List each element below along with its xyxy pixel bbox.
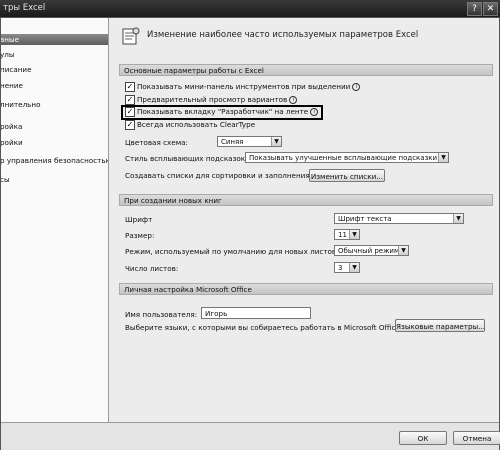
chevron-down-icon: ▼: [438, 153, 448, 162]
cleartype-label: Всегда использовать ClearType: [137, 120, 256, 129]
sidebar-item-label: нение: [1, 81, 23, 90]
cleartype-checkbox[interactable]: ✓: [125, 120, 135, 130]
default-view-value: Обычный режим: [338, 247, 400, 255]
dialog-footer: ОК Отмена: [1, 422, 500, 450]
sidebar-item-popular[interactable]: вные: [1, 34, 108, 45]
size-label: Размер:: [125, 231, 155, 240]
info-icon[interactable]: i: [289, 96, 298, 104]
language-settings-button[interactable]: Языковые параметры...: [395, 319, 485, 332]
color-scheme-select[interactable]: Синяя ▼: [217, 136, 282, 147]
edit-custom-lists-button[interactable]: Изменить списки...: [309, 169, 385, 182]
sheets-count-value: 3: [338, 264, 343, 272]
font-size-select[interactable]: 11 ▼: [334, 229, 360, 240]
live-preview-label: Предварительный просмотр вариантов: [137, 95, 288, 104]
close-icon: ✕: [486, 4, 495, 14]
mini-toolbar-checkbox[interactable]: ✓: [125, 82, 135, 92]
sidebar-item-addins[interactable]: ройки: [1, 137, 108, 148]
tooltip-style-select[interactable]: Показывать улучшенные всплывающие подска…: [245, 152, 449, 163]
sidebar-item-trust-center[interactable]: р управления безопасностью: [1, 155, 108, 166]
live-preview-checkbox[interactable]: ✓: [125, 95, 135, 105]
close-button[interactable]: ✕: [483, 2, 498, 16]
info-icon[interactable]: i: [310, 108, 319, 116]
main-panel: Изменение наиболее часто используемых па…: [111, 18, 496, 422]
tooltip-style-label: Стиль всплывающих подсказок:: [125, 154, 248, 163]
sidebar-item-proofing[interactable]: писание: [1, 64, 108, 75]
color-scheme-label: Цветовая схема:: [125, 138, 188, 147]
default-view-label: Режим, используемый по умолчанию для нов…: [125, 247, 339, 256]
live-preview-option: Предварительный просмотр вариантов i: [137, 95, 298, 104]
check-icon: ✓: [126, 120, 134, 129]
mini-toolbar-option: Показывать мини-панель инструментов при …: [137, 82, 361, 91]
color-scheme-value: Синяя: [221, 138, 244, 146]
window-title: тры Excel: [3, 3, 46, 13]
username-field[interactable]: Игорь: [201, 307, 311, 319]
section-header-personalize: Личная настройка Microsoft Office: [119, 283, 493, 295]
default-view-select[interactable]: Обычный режим ▼: [334, 245, 409, 256]
excel-options-dialog: вные улы писание нение лнительно ройка р…: [0, 17, 500, 450]
page-title: Изменение наиболее часто используемых па…: [147, 30, 419, 40]
sidebar-item-label: сы: [1, 175, 10, 184]
developer-tab-option: Показывать вкладку "Разработчик" на лент…: [137, 107, 319, 116]
check-icon: ✓: [126, 107, 134, 116]
custom-lists-label: Создавать списки для сортировки и заполн…: [125, 171, 313, 180]
spinner-icon[interactable]: ▼: [349, 263, 359, 272]
sidebar-item-label: писание: [1, 65, 32, 74]
chevron-down-icon: ▼: [398, 246, 408, 255]
options-header-icon: [122, 27, 140, 45]
developer-tab-checkbox[interactable]: ✓: [125, 107, 135, 117]
cancel-button[interactable]: Отмена: [453, 431, 500, 445]
sidebar-item-label: р управления безопасностью: [1, 156, 108, 165]
check-icon: ✓: [126, 82, 134, 91]
sidebar-item-label: ройки: [1, 138, 23, 147]
mini-toolbar-label: Показывать мини-панель инструментов при …: [137, 82, 351, 91]
sidebar-item-advanced[interactable]: лнительно: [1, 99, 108, 110]
help-button[interactable]: ?: [467, 2, 482, 16]
sidebar-item-label: ройка: [1, 122, 23, 131]
font-label: Шрифт: [125, 215, 153, 224]
check-icon: ✓: [126, 95, 134, 104]
sheets-count-stepper[interactable]: 3 ▼: [334, 262, 360, 273]
info-icon[interactable]: i: [352, 83, 361, 91]
sidebar: вные улы писание нение лнительно ройка р…: [1, 18, 109, 422]
sidebar-item-resources[interactable]: сы: [1, 174, 108, 185]
tooltip-style-value: Показывать улучшенные всплывающие подска…: [249, 154, 438, 162]
sidebar-item-formulas[interactable]: улы: [1, 49, 108, 60]
chevron-down-icon: ▼: [271, 137, 281, 146]
chevron-down-icon: ▼: [453, 214, 463, 223]
chevron-down-icon: ▼: [349, 230, 359, 239]
sidebar-item-save[interactable]: нение: [1, 80, 108, 91]
ok-button[interactable]: ОК: [399, 431, 447, 445]
font-select[interactable]: Шрифт текста ▼: [334, 213, 464, 224]
sheets-count-label: Число листов:: [125, 264, 179, 273]
section-header-new-workbooks: При создании новых книг: [119, 194, 493, 206]
title-bar: тры Excel ? ✕: [0, 0, 500, 17]
font-size-value: 11: [338, 231, 347, 239]
section-header-main-options: Основные параметры работы с Excel: [119, 64, 493, 76]
sidebar-item-label: лнительно: [1, 100, 41, 109]
sidebar-item-label: вные: [1, 35, 20, 44]
font-value: Шрифт текста: [338, 215, 392, 223]
developer-tab-label: Показывать вкладку "Разработчик" на лент…: [137, 107, 309, 116]
languages-label: Выберите языки, с которыми вы собираетес…: [125, 323, 403, 332]
username-label: Имя пользователя:: [125, 310, 198, 319]
sidebar-item-label: улы: [1, 50, 15, 59]
sidebar-item-customize[interactable]: ройка: [1, 121, 108, 132]
